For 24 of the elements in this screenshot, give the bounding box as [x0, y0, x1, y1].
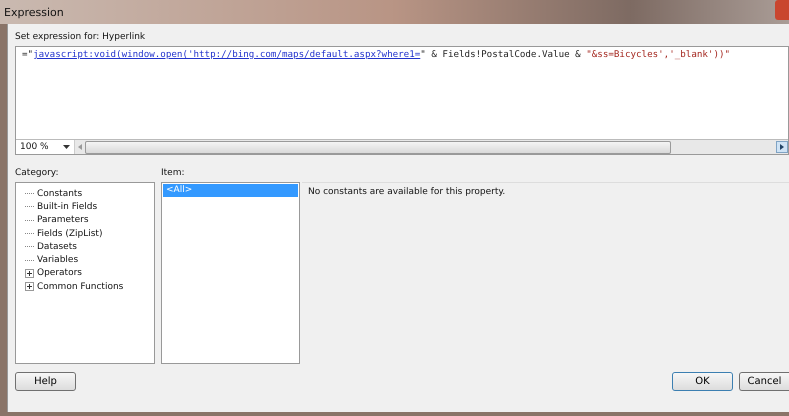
- category-label: Category:: [15, 168, 60, 180]
- item-label: Item:: [161, 168, 186, 180]
- category-item[interactable]: Datasets: [37, 242, 77, 252]
- horizontal-scrollbar[interactable]: [74, 140, 788, 154]
- category-item[interactable]: Variables: [37, 255, 78, 266]
- expression-text: ="javascript:void(window.open('http://bing.com/maps/default.aspx?where1=" & Fields!PostalCode.Value & "&ss=Bicycles','_blank'))": [21, 48, 732, 62]
- category-item[interactable]: Parameters: [37, 215, 89, 226]
- ok-button[interactable]: OK: [672, 372, 733, 391]
- category-item[interactable]: Fields (ZipList): [37, 228, 102, 239]
- scroll-thumb[interactable]: [85, 140, 671, 154]
- expand-icon[interactable]: [25, 268, 34, 278]
- category-item[interactable]: Built-in Fields: [37, 202, 98, 212]
- scroll-right-icon[interactable]: [776, 141, 788, 153]
- description-text: No constants are available for this property.: [308, 187, 506, 197]
- category-item[interactable]: Operators: [37, 268, 82, 278]
- dropdown-arrow-icon[interactable]: [63, 144, 70, 150]
- category-item[interactable]: Constants: [37, 188, 82, 199]
- cancel-button[interactable]: Cancel: [739, 372, 789, 391]
- expression-label: Set expression for: Hyperlink: [15, 32, 146, 44]
- window-title: Expression: [4, 6, 64, 18]
- expand-icon[interactable]: [25, 282, 34, 292]
- expression-editor[interactable]: ="javascript:void(window.open('http://bing.com/maps/default.aspx?where1=" & Fields!PostalCode.Value & "&ss=Bicycles','_blank'))" 100 %: [15, 46, 789, 155]
- help-button[interactable]: Help: [15, 372, 76, 391]
- category-item[interactable]: Common Functions: [37, 282, 124, 292]
